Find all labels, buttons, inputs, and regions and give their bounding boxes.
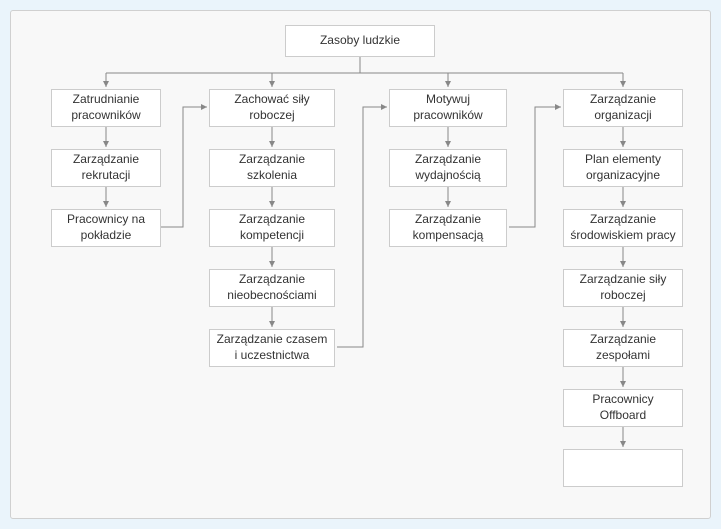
node-col4-2: Zarządzanie środowiskiem pracy bbox=[563, 209, 683, 247]
node-col3-2: Zarządzanie kompensacją bbox=[389, 209, 507, 247]
node-col2-2: Zarządzanie kompetencji bbox=[209, 209, 335, 247]
node-root: Zasoby ludzkie bbox=[285, 25, 435, 57]
node-col4-1: Plan elementy organizacyjne bbox=[563, 149, 683, 187]
node-col2-head: Zachować siły roboczej bbox=[209, 89, 335, 127]
node-col4-3: Zarządzanie siły roboczej bbox=[563, 269, 683, 307]
node-col3-1: Zarządzanie wydajnością bbox=[389, 149, 507, 187]
node-col3-head: Motywuj pracowników bbox=[389, 89, 507, 127]
node-col2-3: Zarządzanie nieobecnościami bbox=[209, 269, 335, 307]
node-label: Plan elementy organizacyjne bbox=[570, 152, 676, 183]
node-col4-head: Zarządzanie organizacji bbox=[563, 89, 683, 127]
node-label: Zarządzanie organizacji bbox=[570, 92, 676, 123]
node-col1-head: Zatrudnianie pracowników bbox=[51, 89, 161, 127]
node-col2-4: Zarządzanie czasem i uczestnictwa bbox=[209, 329, 335, 367]
node-label: Zarządzanie wydajnością bbox=[396, 152, 500, 183]
node-col4-4: Zarządzanie zespołami bbox=[563, 329, 683, 367]
diagram-frame: Zasoby ludzkie Zatrudnianie pracowników … bbox=[10, 10, 711, 519]
node-label: Zarządzanie siły roboczej bbox=[570, 272, 676, 303]
node-label: Motywuj pracowników bbox=[396, 92, 500, 123]
node-label: Zatrudnianie pracowników bbox=[58, 92, 154, 123]
node-label: Zarządzanie środowiskiem pracy bbox=[570, 212, 676, 243]
node-col1-1: Zarządzanie rekrutacji bbox=[51, 149, 161, 187]
node-label: Zarządzanie czasem i uczestnictwa bbox=[216, 332, 328, 363]
node-label: Pracownicy na pokładzie bbox=[58, 212, 154, 243]
node-label: Zarządzanie zespołami bbox=[570, 332, 676, 363]
connectors bbox=[11, 11, 712, 520]
node-col4-6 bbox=[563, 449, 683, 487]
node-label: Zarządzanie nieobecnościami bbox=[216, 272, 328, 303]
node-label: Zarządzanie szkolenia bbox=[216, 152, 328, 183]
node-col4-5: Pracownicy Offboard bbox=[563, 389, 683, 427]
node-label: Zachować siły roboczej bbox=[216, 92, 328, 123]
node-label: Zarządzanie kompensacją bbox=[396, 212, 500, 243]
node-label: Zarządzanie kompetencji bbox=[216, 212, 328, 243]
node-col2-1: Zarządzanie szkolenia bbox=[209, 149, 335, 187]
node-col1-2: Pracownicy na pokładzie bbox=[51, 209, 161, 247]
node-label: Zarządzanie rekrutacji bbox=[58, 152, 154, 183]
node-label: Zasoby ludzkie bbox=[320, 33, 400, 49]
node-label: Pracownicy Offboard bbox=[570, 392, 676, 423]
